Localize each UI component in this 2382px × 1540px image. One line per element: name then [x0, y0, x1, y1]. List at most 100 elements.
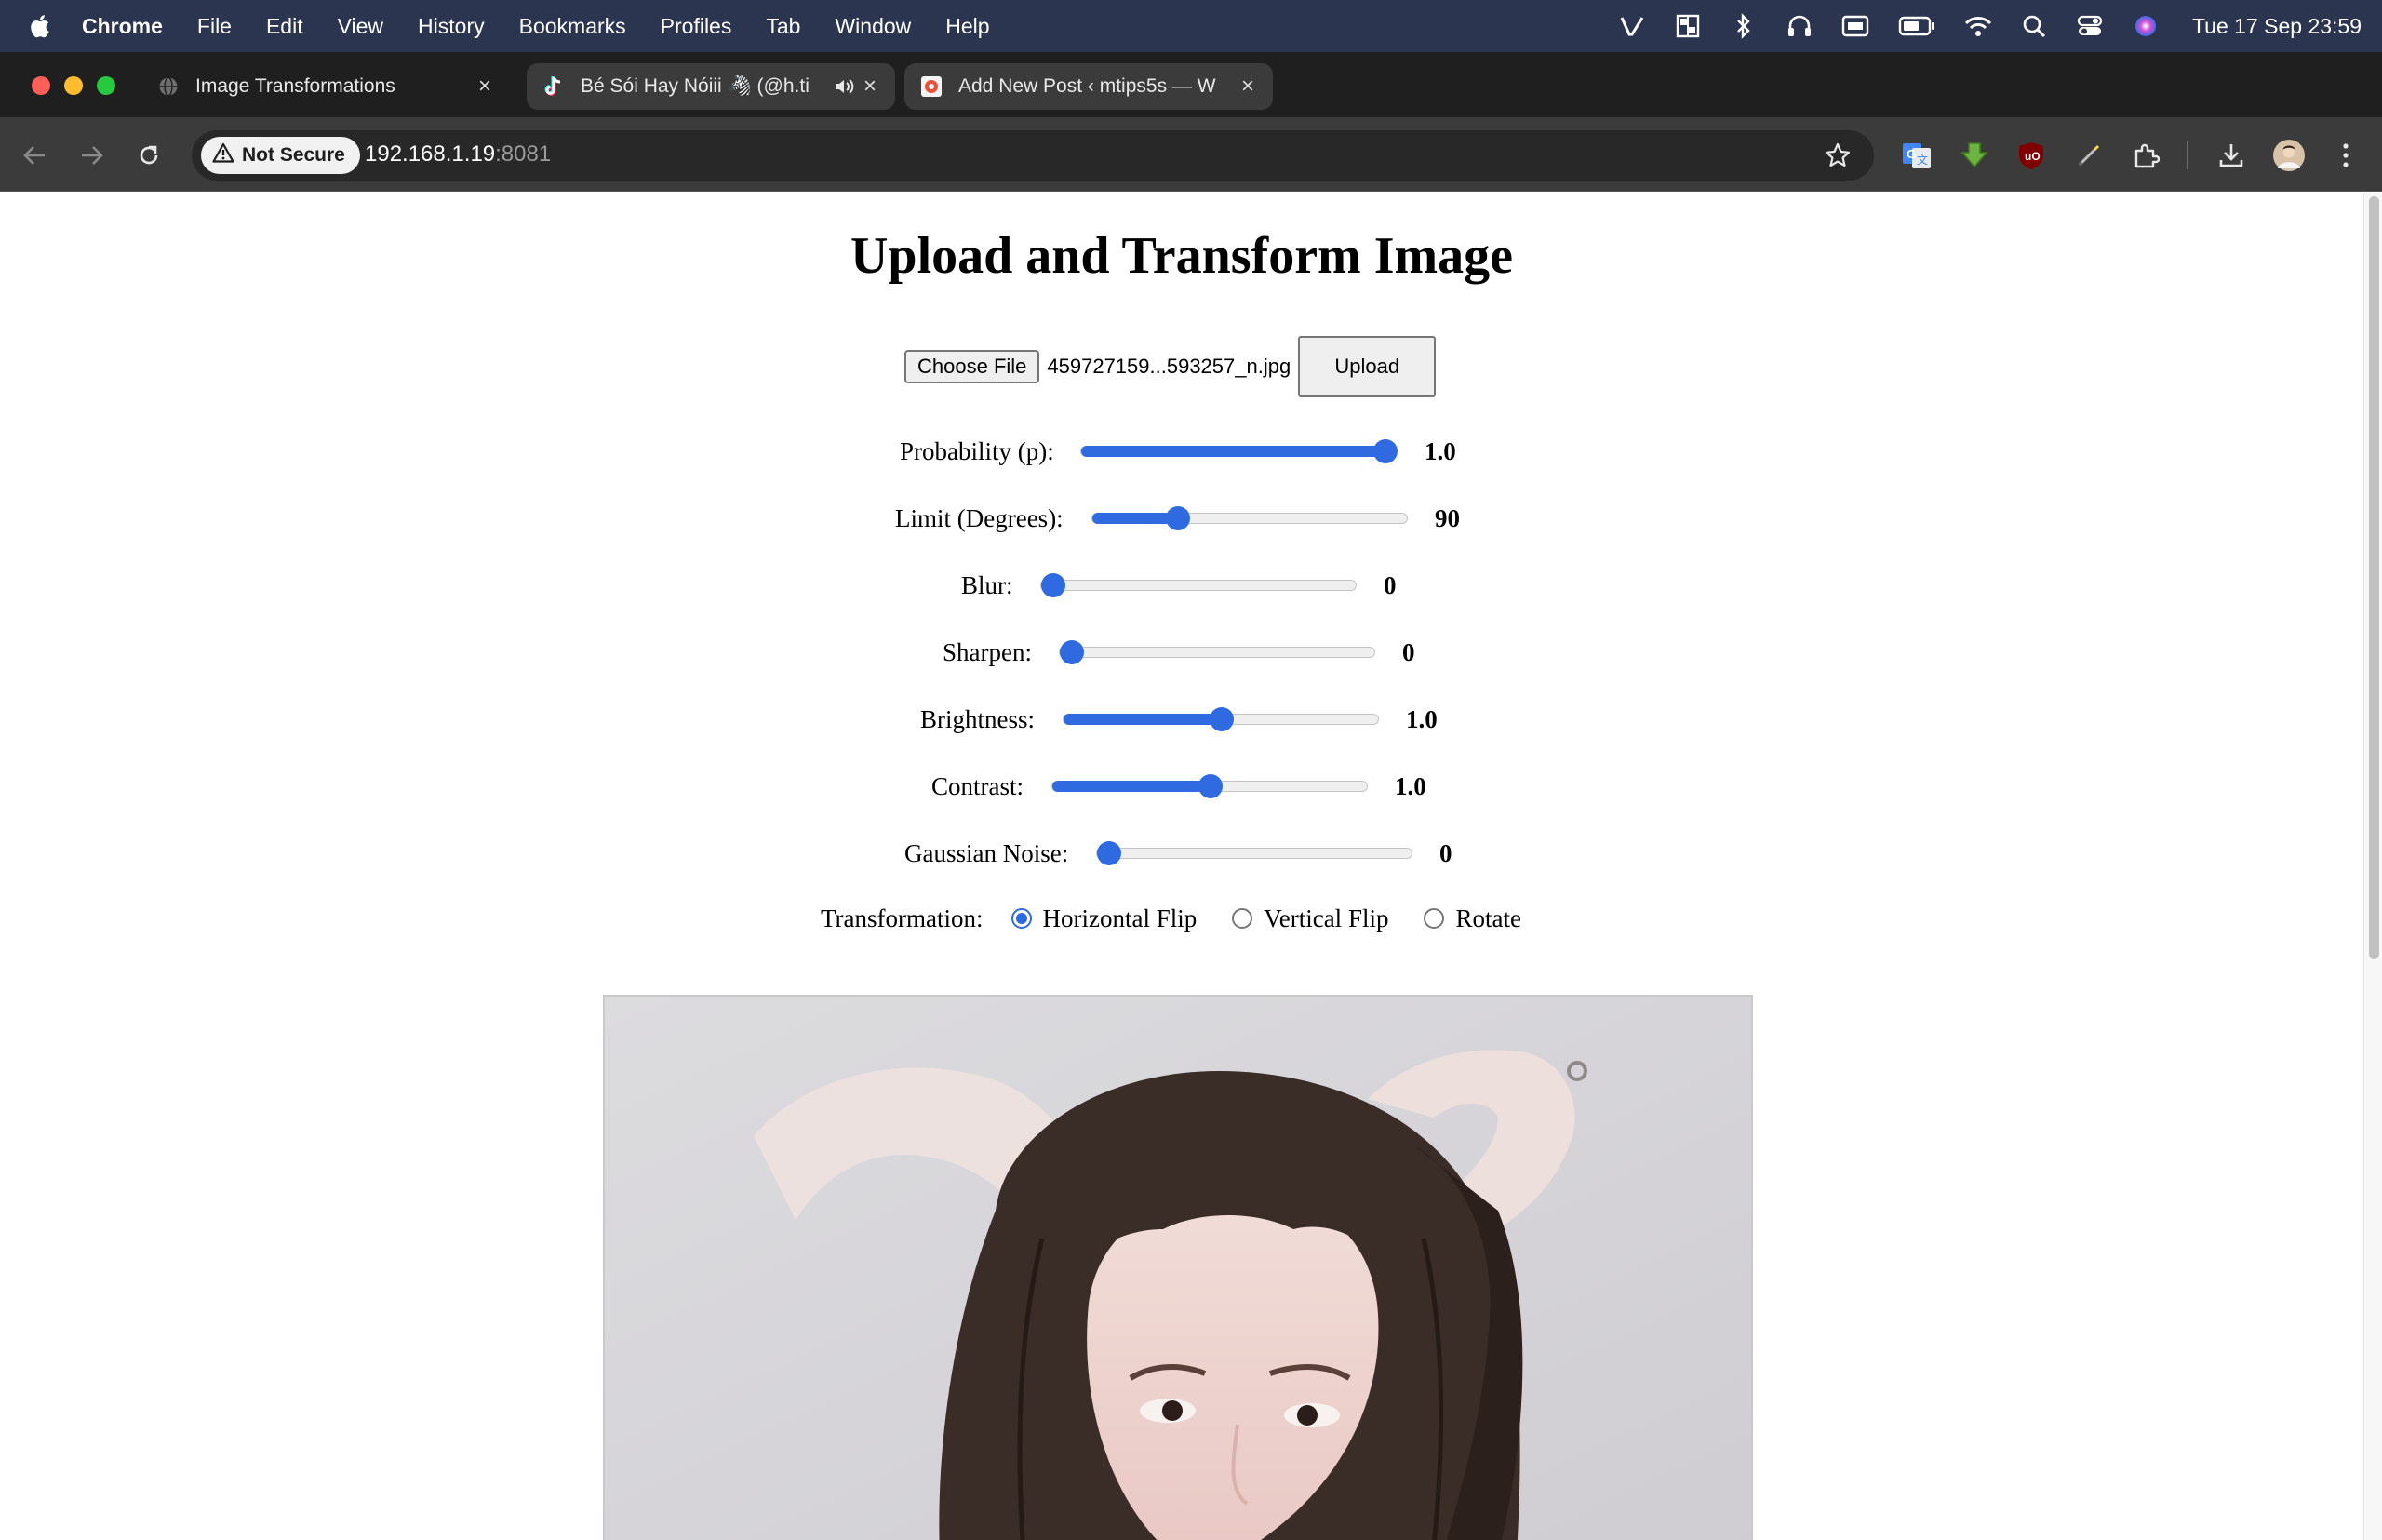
warning-triangle-icon — [212, 142, 234, 168]
color-picker-icon[interactable] — [2072, 139, 2106, 172]
slider-value: 90 — [1435, 504, 1460, 532]
wordpress-icon — [921, 76, 942, 97]
menu-app-name[interactable]: Chrome — [82, 14, 163, 39]
close-window-button[interactable] — [32, 76, 50, 95]
menu-bookmarks[interactable]: Bookmarks — [519, 14, 626, 39]
wifi-icon[interactable] — [1963, 11, 1993, 41]
brightness-slider[interactable] — [1063, 707, 1379, 731]
slider-value: 1.0 — [1395, 772, 1426, 800]
google-translate-icon[interactable]: G文 — [1900, 139, 1934, 172]
tab-tiktok[interactable]: Bé Sói Hay Nóiii 🦓 (@h.ti × — [527, 63, 895, 110]
menu-file[interactable]: File — [197, 14, 232, 39]
tab-image-transformations[interactable]: Image Transformations × — [147, 63, 510, 110]
slider-label: Brightness: — [920, 705, 1036, 733]
slider-thumb[interactable] — [1097, 841, 1121, 865]
slider-row-probability: Probability (p): 1.0 — [0, 433, 2363, 470]
globe-icon — [158, 76, 179, 97]
slider-label: Contrast: — [931, 772, 1024, 800]
minimize-window-button[interactable] — [64, 76, 83, 95]
transformation-label: Transformation: — [821, 904, 984, 932]
page-scrollbar[interactable] — [2363, 193, 2382, 1540]
address-bar[interactable]: Not Secure 192.168.1.19:8081 — [192, 130, 1874, 181]
sharpen-slider[interactable] — [1059, 640, 1375, 664]
slider-row-brightness: Brightness: 1.0 — [0, 701, 2363, 738]
chrome-menu-kebab-icon[interactable] — [2329, 139, 2362, 172]
contrast-slider[interactable] — [1051, 774, 1368, 798]
back-arrow-icon[interactable] — [19, 140, 50, 171]
vertical-flip-radio[interactable] — [1232, 908, 1253, 929]
menu-tab[interactable]: Tab — [766, 14, 800, 39]
menubar-clock[interactable]: Tue 17 Sep 23:59 — [2192, 14, 2362, 39]
macos-menubar: Chrome File Edit View History Bookmarks … — [0, 0, 2382, 52]
page-title: Upload and Transform Image — [850, 227, 1513, 285]
reload-icon[interactable] — [133, 140, 165, 171]
slider-thumb[interactable] — [1210, 707, 1234, 731]
siri-icon[interactable] — [2131, 11, 2161, 41]
close-tab-icon[interactable]: × — [1236, 74, 1260, 99]
scrollbar-thumb[interactable] — [2369, 196, 2379, 959]
slider-value: 0 — [1439, 839, 1452, 867]
ublock-origin-icon[interactable]: uO — [2014, 139, 2048, 172]
menu-view[interactable]: View — [338, 14, 383, 39]
slider-label: Sharpen: — [943, 638, 1032, 666]
page-content: Upload and Transform Image Choose File 4… — [0, 193, 2363, 1540]
forward-arrow-icon[interactable] — [76, 140, 108, 171]
slider-thumb[interactable] — [1041, 573, 1065, 597]
battery-icon[interactable] — [1896, 11, 1937, 41]
choose-file-button[interactable]: Choose File — [904, 350, 1040, 383]
url-port: :8081 — [495, 141, 552, 167]
downloads-icon[interactable] — [2215, 139, 2248, 172]
zoom-window-button[interactable] — [97, 76, 115, 95]
transformed-image-preview — [603, 995, 1753, 1540]
rotate-radio[interactable] — [1424, 908, 1445, 929]
url-host: 192.168.1.19 — [365, 141, 496, 167]
slider-thumb[interactable] — [1060, 640, 1084, 664]
bookmark-star-icon[interactable] — [1824, 141, 1852, 169]
close-tab-icon[interactable]: × — [473, 74, 497, 99]
speaker-icon[interactable] — [834, 76, 854, 97]
menu-profiles[interactable]: Profiles — [661, 14, 732, 39]
status-icons: Tue 17 Sep 23:59 — [1617, 0, 2362, 52]
tab-add-new-post[interactable]: Add New Post ‹ mtips5s — W × — [904, 63, 1273, 110]
browser-tab-strip: Image Transformations × Bé Sói Hay Nóiii… — [0, 52, 2382, 159]
slider-value: 1.0 — [1406, 705, 1438, 733]
url-text[interactable]: 192.168.1.19:8081 — [365, 141, 551, 167]
transformation-radio-group: Transformation: Horizontal Flip Vertical… — [821, 900, 1521, 937]
download-helper-icon[interactable] — [1958, 139, 1991, 172]
tab-title: Image Transformations — [195, 75, 395, 97]
close-tab-icon[interactable]: × — [858, 74, 882, 99]
headphones-icon[interactable] — [1785, 11, 1814, 41]
blur-slider[interactable] — [1040, 573, 1357, 597]
horizontal-flip-label[interactable]: Horizontal Flip — [1043, 904, 1198, 933]
apple-logo-icon[interactable] — [28, 13, 61, 39]
extensions-puzzle-icon[interactable] — [2129, 139, 2162, 172]
slider-row-sharpen: Sharpen: 0 — [0, 634, 2363, 671]
bluetooth-icon[interactable] — [1729, 11, 1759, 41]
menu-history[interactable]: History — [418, 14, 485, 39]
window-manager-icon[interactable] — [1673, 11, 1703, 41]
menu-help[interactable]: Help — [945, 14, 989, 39]
vector-app-icon[interactable] — [1617, 11, 1647, 41]
slider-thumb[interactable] — [1373, 439, 1398, 463]
display-icon[interactable] — [1840, 11, 1870, 41]
horizontal-flip-radio[interactable] — [1010, 908, 1032, 929]
spotlight-search-icon[interactable] — [2019, 11, 2049, 41]
menu-window[interactable]: Window — [835, 14, 911, 39]
rotate-label[interactable]: Rotate — [1455, 904, 1520, 933]
slider-row-gaussian-noise: Gaussian Noise: 0 — [0, 835, 2363, 872]
browser-toolbar: Not Secure 192.168.1.19:8081 G文 uO — [0, 117, 2382, 192]
slider-thumb[interactable] — [1198, 774, 1223, 798]
vertical-flip-label[interactable]: Vertical Flip — [1264, 904, 1388, 933]
slider-row-blur: Blur: 0 — [0, 567, 2363, 604]
menu-edit[interactable]: Edit — [266, 14, 303, 39]
control-center-icon[interactable] — [2075, 11, 2105, 41]
probability-slider[interactable] — [1080, 439, 1398, 463]
slider-thumb[interactable] — [1166, 506, 1190, 530]
upload-button[interactable]: Upload — [1298, 336, 1437, 397]
tab-title: Add New Post ‹ mtips5s — W — [958, 75, 1216, 97]
gaussian-noise-slider[interactable] — [1096, 841, 1412, 865]
profile-avatar[interactable] — [2272, 139, 2306, 172]
security-chip[interactable]: Not Secure — [201, 137, 360, 174]
limit-degrees-slider[interactable] — [1091, 506, 1408, 530]
slider-value: 1.0 — [1425, 437, 1456, 465]
